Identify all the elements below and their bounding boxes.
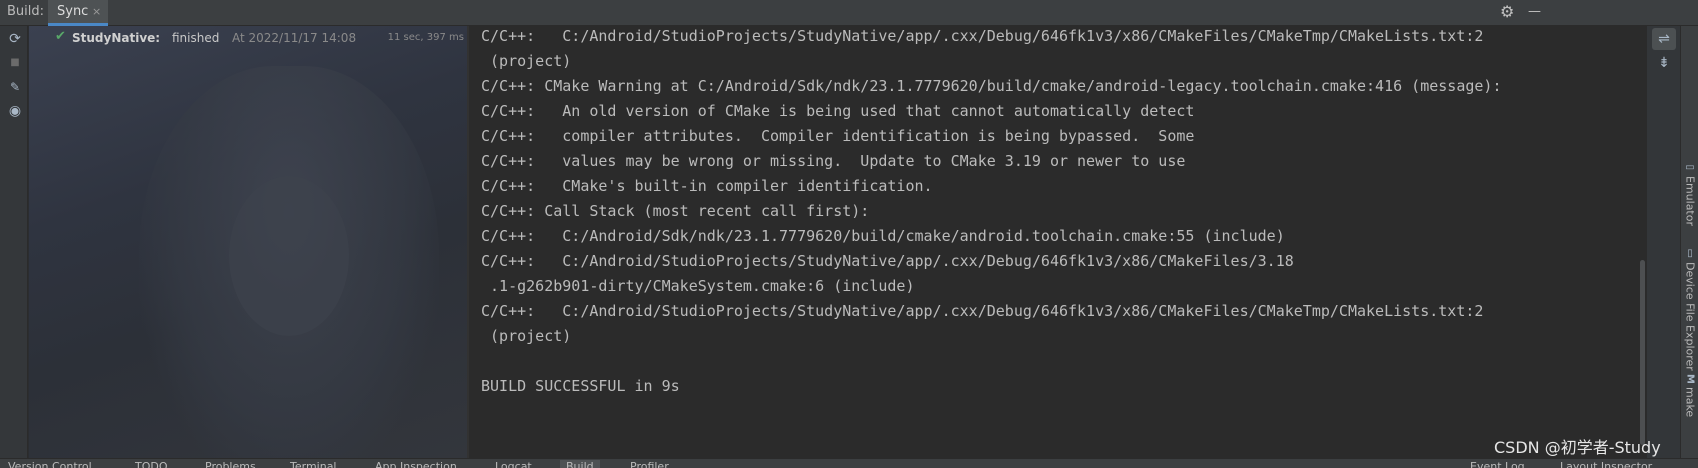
tree-item-build-result[interactable]: ✔ StudyNative: finished At 2022/11/17 14… xyxy=(29,28,467,50)
bottom-tab-terminal[interactable]: Terminal xyxy=(290,460,337,468)
close-icon[interactable]: × xyxy=(92,5,101,18)
watermark: CSDN @初学者-Study xyxy=(1494,438,1661,457)
console-line: C/C++: C:/Android/StudioProjects/StudyNa… xyxy=(481,302,1484,320)
tab-sync[interactable]: Sync × xyxy=(48,0,108,26)
build-output-console[interactable]: C/C++: C:/Android/StudioProjects/StudyNa… xyxy=(469,26,1646,458)
console-line: C/C++: C:/Android/StudioProjects/StudyNa… xyxy=(481,27,1484,45)
gear-icon[interactable]: ⚙ xyxy=(1500,2,1514,21)
console-line: C/C++: compiler attributes. Compiler ide… xyxy=(481,127,1195,145)
console-scrollbar-thumb[interactable] xyxy=(1640,260,1645,445)
bottom-tab-logcat[interactable]: Logcat xyxy=(495,460,532,468)
bottom-tab-build[interactable]: Build xyxy=(560,460,600,468)
minimize-icon[interactable]: — xyxy=(1528,4,1541,19)
tab-sync-label: Sync xyxy=(57,4,89,19)
side-tab-device-file-explorer[interactable]: ▯ Device File Explorer xyxy=(1681,248,1698,371)
bottom-tab-event-log[interactable]: Event Log xyxy=(1470,460,1525,468)
console-line: (project) xyxy=(481,327,572,345)
bottom-tool-stripe: Version Control TODO Problems Terminal A… xyxy=(0,458,1698,468)
tool-window-header: Build: Sync × ⚙ — xyxy=(0,0,1698,26)
project-name: StudyNative: xyxy=(72,31,161,45)
console-line: C/C++: Call Stack (most recent call firs… xyxy=(481,202,870,220)
device-icon: ▯ xyxy=(1684,248,1696,259)
soft-wrap-icon[interactable]: ⇌ xyxy=(1652,28,1676,50)
build-toolbar: ⟳ ■ ✎ ◉ xyxy=(0,26,28,458)
side-tab-make-label: make xyxy=(1683,386,1697,418)
scroll-to-end-icon[interactable]: ⇟ xyxy=(1652,52,1676,74)
build-duration: 11 sec, 397 ms xyxy=(387,32,464,43)
tool-window-title: Build: xyxy=(7,4,45,19)
side-tab-make[interactable]: M make xyxy=(1681,374,1698,417)
success-check-icon: ✔ xyxy=(55,29,66,44)
console-line: .1-g262b901-dirty/CMakeSystem.cmake:6 (i… xyxy=(481,277,915,295)
console-line: C/C++: An old version of CMake is being … xyxy=(481,102,1195,120)
console-line: C/C++: C:/Android/Sdk/ndk/23.1.7779620/b… xyxy=(481,227,1285,245)
build-tree-panel: ✔ StudyNative: finished At 2022/11/17 14… xyxy=(29,26,467,458)
bottom-tab-todo[interactable]: TODO xyxy=(135,460,168,468)
side-tab-emulator-label: Emulator xyxy=(1683,176,1697,226)
console-line-build-successful: BUILD SUCCESSFUL in 9s xyxy=(481,377,680,395)
console-line: C/C++: CMake's built-in compiler identif… xyxy=(481,177,933,195)
make-icon: M xyxy=(1684,374,1696,384)
console-line: C/C++: C:/Android/StudioProjects/StudyNa… xyxy=(481,252,1294,270)
bottom-tab-profiler[interactable]: Profiler xyxy=(630,460,669,468)
console-line: (project) xyxy=(481,52,572,70)
side-tab-emulator[interactable]: ▭ Emulator xyxy=(1681,162,1698,226)
bottom-tab-app-inspection[interactable]: App Inspection xyxy=(375,460,457,468)
side-tab-device-file-explorer-label: Device File Explorer xyxy=(1683,262,1697,371)
stop-icon[interactable]: ■ xyxy=(6,54,24,72)
console-toolbar: ⇌ ⇟ xyxy=(1646,26,1680,458)
bottom-tab-problems[interactable]: Problems xyxy=(205,460,256,468)
console-line: C/C++: values may be wrong or missing. U… xyxy=(481,152,1186,170)
background-image-detail xyxy=(229,176,349,336)
build-timestamp: At 2022/11/17 14:08 xyxy=(232,31,357,45)
bottom-tab-layout-inspector[interactable]: Layout Inspector xyxy=(1560,460,1652,468)
eye-icon[interactable]: ◉ xyxy=(6,102,24,120)
right-tool-stripe: ▭ Emulator ▯ Device File Explorer M make xyxy=(1680,26,1698,458)
pin-icon[interactable]: ✎ xyxy=(6,78,24,96)
sync-icon[interactable]: ⟳ xyxy=(6,30,24,48)
build-status: finished xyxy=(172,31,220,45)
bottom-tab-version-control[interactable]: Version Control xyxy=(8,460,92,468)
emulator-icon: ▭ xyxy=(1684,162,1696,173)
console-line: C/C++: CMake Warning at C:/Android/Sdk/n… xyxy=(481,77,1502,95)
